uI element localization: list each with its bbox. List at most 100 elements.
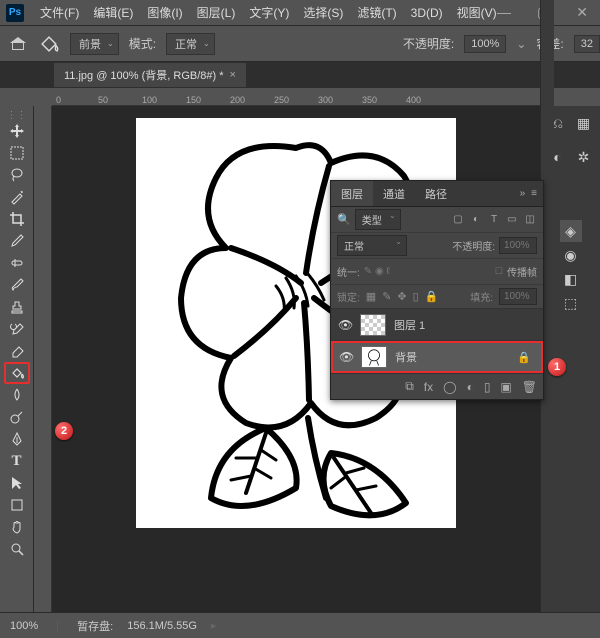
history-brush-tool[interactable] — [4, 318, 30, 340]
path-select-tool[interactable] — [4, 472, 30, 494]
menu-edit[interactable]: 编辑(E) — [87, 0, 139, 25]
search-icon[interactable]: 🔍 — [337, 213, 351, 226]
new-layer-icon[interactable]: ▣ — [500, 380, 511, 394]
filter-smart-icon[interactable]: ◫ — [523, 213, 537, 227]
close-tab-icon[interactable]: × — [230, 69, 236, 81]
visibility-toggle[interactable]: 👁 — [338, 318, 352, 332]
dodge-tool[interactable] — [4, 406, 30, 428]
grid-panel-icon[interactable]: ▦ — [573, 112, 595, 134]
blur-tool[interactable] — [4, 384, 30, 406]
lock-label: 锁定: — [337, 289, 360, 304]
paths-panel-toggle[interactable]: ◧ — [560, 268, 582, 290]
bucket-tool[interactable] — [4, 362, 30, 384]
menu-layer[interactable]: 图层(L) — [191, 0, 242, 25]
fill-label: 填充: — [470, 289, 493, 304]
lock-all-icon[interactable]: 🔒 — [425, 290, 439, 303]
lock-artboard-icon[interactable]: ▯ — [413, 290, 419, 303]
zoom-tool[interactable] — [4, 538, 30, 560]
menu-select[interactable]: 选择(S) — [297, 0, 349, 25]
lasso-tool[interactable] — [4, 164, 30, 186]
tab-paths[interactable]: 路径 — [415, 181, 457, 206]
hand-tool[interactable] — [4, 516, 30, 538]
eraser-tool[interactable] — [4, 340, 30, 362]
menu-file[interactable]: 文件(F) — [34, 0, 85, 25]
tab-channels[interactable]: 通道 — [373, 181, 415, 206]
layer-thumbnail[interactable] — [361, 346, 387, 368]
toolbox: ⋮⋮ T — [0, 106, 34, 634]
layers-panel: 图层 通道 路径 » ≡ 🔍 类型 ▢ ◐ T ▭ ◫ 正常 不透明度: 100… — [330, 180, 544, 400]
opacity-value[interactable]: 100% — [464, 35, 506, 53]
layer-opacity-label: 不透明度: — [452, 238, 495, 253]
lock-paint-icon[interactable]: ✎ — [382, 290, 391, 303]
annotation-2: 2 — [55, 422, 73, 440]
link-layers-icon[interactable]: ⧉ — [405, 379, 414, 394]
close-button[interactable]: ✕ — [572, 0, 592, 25]
layer-name[interactable]: 背景 — [395, 349, 509, 365]
layer-name[interactable]: 图层 1 — [394, 317, 536, 333]
chevron-down-icon: ⌄ — [107, 39, 114, 48]
document-tab[interactable]: 11.jpg @ 100% (背景, RGB/8#) * × — [54, 63, 246, 87]
pen-tool[interactable] — [4, 428, 30, 450]
crop-tool[interactable] — [4, 208, 30, 230]
filter-kind-dropdown[interactable]: 类型 — [355, 209, 401, 230]
menu-image[interactable]: 图像(I) — [141, 0, 188, 25]
healing-tool[interactable] — [4, 252, 30, 274]
toolbox-grip[interactable]: ⋮⋮ — [5, 110, 29, 120]
unify-row: 统一: ✎ ◉ ℓ ☐ 传播帧 — [331, 259, 543, 285]
layer-opacity-value[interactable]: 100% — [499, 237, 537, 254]
zoom-level[interactable]: 100% — [10, 620, 38, 632]
layer-group-icon[interactable]: ▯ — [484, 380, 491, 394]
layer-fx-icon[interactable]: fx — [424, 380, 433, 394]
tab-layers[interactable]: 图层 — [331, 181, 373, 206]
blend-mode-dropdown[interactable]: 正常 — [337, 235, 407, 256]
channels-panel-toggle[interactable]: ◉ — [560, 244, 582, 266]
menu-type[interactable]: 文字(Y) — [243, 0, 295, 25]
layer-filter-row: 🔍 类型 ▢ ◐ T ▭ ◫ — [331, 207, 543, 233]
filter-shape-icon[interactable]: ▭ — [505, 213, 519, 227]
foreground-label: 前景 — [79, 36, 101, 52]
document-tabs: 11.jpg @ 100% (背景, RGB/8#) * × — [0, 62, 600, 88]
fill-value[interactable]: 100% — [499, 288, 537, 305]
vertical-ruler — [34, 106, 52, 634]
layers-panel-toggle[interactable]: ◈ — [560, 220, 582, 242]
brush-tool[interactable] — [4, 274, 30, 296]
styles-icon[interactable]: ✲ — [573, 146, 595, 168]
layer-mask-icon[interactable]: ◯ — [443, 380, 456, 394]
horizontal-ruler: 0 50 100 150 200 250 300 350 400 — [52, 88, 540, 106]
filter-type-icon[interactable]: T — [487, 213, 501, 227]
app-icon: Ps — [6, 4, 24, 22]
layer-item[interactable]: 👁 图层 1 — [331, 309, 543, 341]
stamp-tool[interactable] — [4, 296, 30, 318]
home-icon[interactable] — [10, 36, 28, 52]
layer-thumbnail[interactable] — [360, 314, 386, 336]
menu-3d[interactable]: 3D(D) — [405, 2, 449, 24]
delete-layer-icon[interactable]: 🗑 — [522, 380, 537, 394]
filter-adjust-icon[interactable]: ◐ — [469, 213, 483, 227]
eyedropper-tool[interactable] — [4, 230, 30, 252]
layer-item-background[interactable]: 👁 背景 🔒 — [331, 341, 543, 373]
chevron-down-icon: ⌄ — [203, 39, 210, 48]
lock-row: 锁定: ▦ ✎ ✥ ▯ 🔒 填充: 100% — [331, 285, 543, 309]
mode-dropdown[interactable]: 正常 ⌄ — [166, 33, 215, 55]
menu-filter[interactable]: 滤镜(T) — [351, 0, 402, 25]
info-panel-toggle[interactable]: ⬚ — [560, 292, 582, 314]
status-bar: 100% ｜ 暂存盘: 156.1M/5.55G ▸ — [0, 612, 600, 638]
adjustment-layer-icon[interactable]: ◐ — [467, 380, 474, 394]
lock-position-icon[interactable]: ✥ — [397, 290, 406, 303]
active-tool-icon[interactable] — [38, 33, 60, 55]
panel-menu-icon[interactable]: ≡ — [531, 188, 537, 199]
wand-tool[interactable] — [4, 186, 30, 208]
visibility-toggle[interactable]: 👁 — [339, 350, 353, 364]
tolerance-value[interactable]: 32 — [574, 35, 600, 53]
type-tool[interactable]: T — [4, 450, 30, 472]
minimize-button[interactable]: — — [493, 0, 515, 25]
propagate-label: 传播帧 — [507, 264, 537, 279]
filter-pixel-icon[interactable]: ▢ — [451, 213, 465, 227]
move-tool[interactable] — [4, 120, 30, 142]
panel-collapse-icon[interactable]: » — [520, 188, 526, 199]
lock-pixels-icon[interactable]: ▦ — [366, 290, 376, 303]
marquee-tool[interactable] — [4, 142, 30, 164]
foreground-dropdown[interactable]: 前景 ⌄ — [70, 33, 119, 55]
document-tab-title: 11.jpg @ 100% (背景, RGB/8#) * — [64, 67, 224, 83]
shape-tool[interactable] — [4, 494, 30, 516]
